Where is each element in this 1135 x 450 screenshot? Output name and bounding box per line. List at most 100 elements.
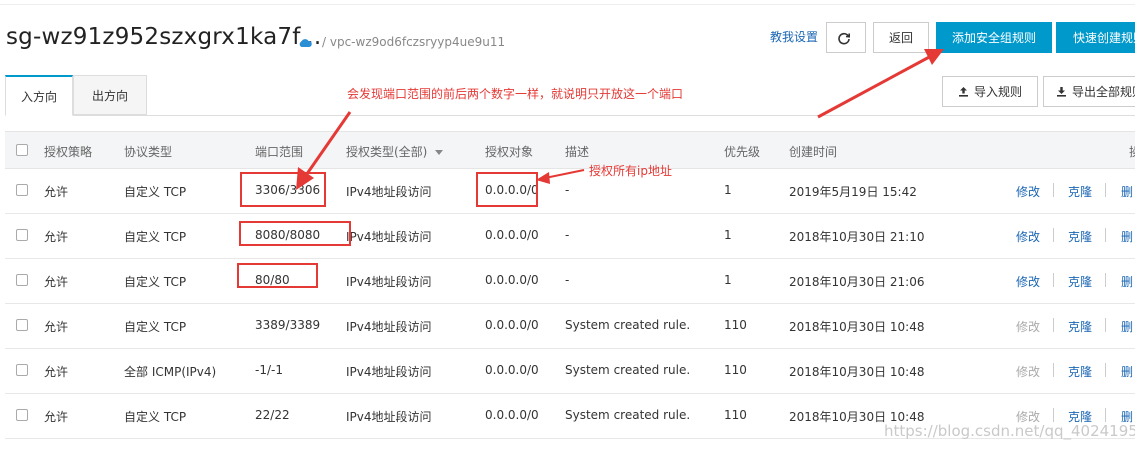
action-separator [1053,273,1054,287]
annotation-ip-note: 授权所有ip地址 [589,164,672,178]
row-checkbox[interactable] [16,319,28,331]
row-checkbox[interactable] [16,274,28,286]
back-button[interactable]: 返回 [873,22,929,53]
cell-priority: 1 [724,228,732,242]
cell-description: System created rule. [565,363,691,377]
cell-target: 0.0.0.0/0 [485,363,539,377]
refresh-button[interactable] [826,22,866,53]
row-checkbox[interactable] [16,409,28,421]
cell-policy: 允许 [44,185,69,199]
cell-policy: 允许 [44,230,69,244]
cell-protocol: 自定义 TCP [124,410,187,424]
cell-target: 0.0.0.0/0 [485,273,539,287]
cell-description: - [565,273,570,287]
cell-port-range: -1/-1 [255,363,283,377]
delete-link[interactable]: 删 [1121,228,1133,245]
clone-link[interactable]: 克隆 [1068,318,1092,335]
clone-link[interactable]: 克隆 [1068,363,1092,380]
table-row: 允许 全部 ICMP(IPv4) -1/-1 IPv4地址段访问 0.0.0.0/0 Sy… [5,349,1135,394]
table-row: 允许 自定义 TCP 80/80 IPv4地址段访问 0.0.0.0/0 - 1 2018年1… [5,259,1135,304]
col-target: 授权对象 [485,145,534,159]
row-checkbox[interactable] [16,364,28,376]
cell-priority: 110 [724,363,747,377]
export-rules-button[interactable]: 导出全部规则 [1043,76,1135,107]
action-separator [1053,228,1054,242]
edit-link: 修改 [1016,320,1041,334]
edit-link[interactable]: 修改 [1016,183,1040,200]
delete-link[interactable]: 删 [1121,318,1133,335]
cell-protocol: 自定义 TCP [124,275,187,289]
arrow-to-add-rule-button [817,49,944,119]
upload-icon [958,87,968,97]
vpc-id: / vpc-wz9od6fczsryyp4ue9u11 [322,35,506,49]
tab-outbound[interactable]: 出方向 [73,75,147,115]
action-separator [1053,183,1054,197]
action-separator [1053,408,1054,422]
action-separator [1053,363,1054,377]
col-priority: 优先级 [724,145,761,159]
tab-inbound[interactable]: 入方向 [5,75,73,116]
download-icon [1057,87,1066,97]
action-separator [1053,318,1054,332]
action-separator [1105,273,1106,287]
action-separator [1105,363,1106,377]
table-row: 允许 自定义 TCP 8080/8080 IPv4地址段访问 0.0.0.0/0 - 1 20… [5,214,1135,259]
edit-link[interactable]: 修改 [1016,273,1040,290]
cell-target: 0.0.0.0/0 [485,183,539,197]
watermark: https://blog.csdn.net/qq_40241957 [884,422,1135,440]
cell-target: 0.0.0.0/0 [485,408,539,422]
delete-link[interactable]: 删 [1121,183,1133,200]
annotation-port-note: 会发现端口范围的前后两个数字一样，就说明只开放这一个端口 [347,87,684,101]
cell-description: System created rule. [565,408,691,422]
quick-create-rule-button[interactable]: 快速创建规则 [1056,22,1135,53]
cell-policy: 允许 [44,410,69,424]
cloud-icon [299,39,312,47]
cell-port-range: 3389/3389 [255,318,321,332]
select-all-checkbox[interactable] [16,144,28,156]
cell-auth-type: IPv4地址段访问 [346,275,432,289]
cell-protocol: 自定义 TCP [124,320,187,334]
col-policy: 授权策略 [44,145,93,159]
import-rules-button[interactable]: 导入规则 [942,76,1038,107]
col-auth-type-filter[interactable]: 授权类型(全部) [346,143,444,160]
caret-down-icon [435,149,444,155]
refresh-icon [837,32,850,44]
cell-priority: 110 [724,318,747,332]
cell-policy: 允许 [44,320,69,334]
action-separator [1105,318,1106,332]
cell-policy: 允许 [44,365,69,379]
delete-link[interactable]: 删 [1121,273,1133,290]
table-row: 允许 自定义 TCP 3389/3389 IPv4地址段访问 0.0.0.0/0 Syst… [5,304,1135,349]
cell-port-range: 3306/3306 [255,183,321,197]
col-description: 描述 [565,145,590,159]
cell-target: 0.0.0.0/0 [485,228,539,242]
settings-guide-link[interactable]: 教我设置 [770,28,818,45]
col-created-time: 创建时间 [789,145,838,159]
cell-priority: 1 [724,183,732,197]
delete-link[interactable]: 删 [1121,363,1133,380]
cell-created-time: 2018年10月30日 21:10 [789,230,925,244]
action-separator [1105,183,1106,197]
cell-auth-type: IPv4地址段访问 [346,320,432,334]
cell-description: - [565,183,570,197]
row-checkbox[interactable] [16,229,28,241]
cell-policy: 允许 [44,275,69,289]
edit-link[interactable]: 修改 [1016,228,1040,245]
cell-port-range: 80/80 [255,273,290,287]
cell-protocol: 全部 ICMP(IPv4) [124,365,217,379]
add-security-rule-button[interactable]: 添加安全组规则 [936,22,1052,53]
row-checkbox[interactable] [16,184,28,196]
col-actions: 操 [1129,143,1135,160]
clone-link[interactable]: 克隆 [1068,183,1092,200]
export-rules-label: 导出全部规则 [1072,85,1135,99]
col-auth-type-label: 授权类型(全部) [346,145,428,159]
cell-priority: 110 [724,408,747,422]
edit-link: 修改 [1016,365,1041,379]
clone-link[interactable]: 克隆 [1068,273,1092,290]
clone-link[interactable]: 克隆 [1068,228,1092,245]
cell-created-time: 2018年10月30日 10:48 [789,365,925,379]
action-separator [1105,408,1106,422]
cell-description: - [565,228,570,242]
cell-auth-type: IPv4地址段访问 [346,410,432,424]
cell-priority: 1 [724,273,732,287]
